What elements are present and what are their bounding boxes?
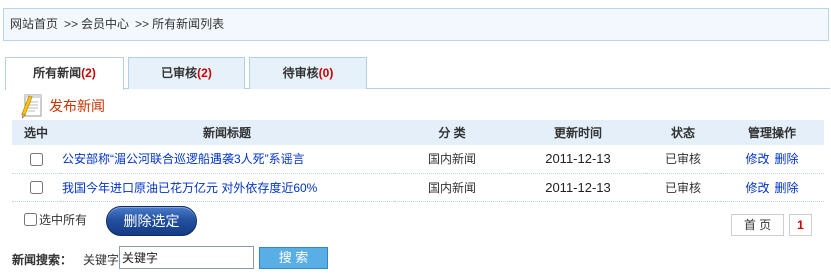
news-updated-date: 2011-12-13: [510, 173, 646, 202]
tab-count: (2): [197, 66, 212, 80]
publish-news-label: 发布新闻: [49, 97, 105, 114]
row-select-cell: [12, 145, 60, 174]
column-header-category: 分 类: [394, 120, 510, 145]
notepad-pencil-icon: [21, 94, 42, 119]
news-title-link[interactable]: 公安部称“湄公河联合巡逻船遇袭3人死”系谣言: [62, 152, 305, 166]
edit-link[interactable]: 修改: [745, 181, 769, 195]
news-search-label: 新闻搜索：: [12, 253, 73, 267]
tab-label: 待审核: [282, 66, 319, 80]
tab-label: 所有新闻: [33, 66, 82, 80]
table-header-row: 选中 新闻标题 分 类 更新时间 状态 管理操作: [12, 120, 824, 145]
news-category: 国内新闻: [394, 173, 510, 202]
column-header-select: 选中: [12, 120, 60, 145]
news-category: 国内新闻: [394, 145, 510, 174]
breadcrumb-separator: >>: [135, 17, 150, 31]
select-all-checkbox[interactable]: [24, 213, 37, 226]
edit-link[interactable]: 修改: [745, 152, 769, 166]
tab-label: 已审核: [161, 66, 198, 80]
news-title-cell: 我国今年进口原油已花万亿元 对外依存度近60%: [60, 173, 394, 202]
select-all-label: 选中所有: [39, 213, 88, 227]
select-all-control[interactable]: 选中所有: [24, 211, 87, 228]
breadcrumb-current-page: 所有新闻列表: [152, 17, 225, 31]
news-title-link[interactable]: 我国今年进口原油已花万亿元 对外依存度近60%: [62, 181, 317, 195]
tab-pending[interactable]: 待审核(0): [249, 57, 367, 89]
news-status: 已审核: [646, 145, 720, 174]
tab-all-news[interactable]: 所有新闻(2): [5, 57, 124, 90]
tab-count: (0): [318, 66, 334, 80]
row-select-cell: [12, 173, 60, 202]
keyword-label: 关键字: [83, 253, 120, 267]
news-actions-cell: 修改 删除: [720, 173, 824, 202]
search-button[interactable]: 搜 索: [259, 247, 328, 269]
column-header-status: 状态: [646, 120, 720, 145]
tab-bar: 所有新闻(2) 已审核(2) 待审核(0): [5, 57, 830, 90]
current-page-indicator[interactable]: 1: [789, 214, 812, 236]
column-header-updated: 更新时间: [510, 120, 646, 145]
delete-link[interactable]: 删除: [775, 152, 799, 166]
delete-link[interactable]: 删除: [775, 181, 799, 195]
breadcrumb-home-link[interactable]: 网站首页: [10, 17, 58, 31]
publish-news-link[interactable]: 发布新闻: [20, 92, 105, 119]
breadcrumb-separator: >>: [64, 17, 79, 31]
news-status: 已审核: [646, 173, 720, 202]
column-header-title: 新闻标题: [60, 120, 394, 145]
news-actions-cell: 修改 删除: [720, 145, 824, 174]
breadcrumb: 网站首页 >> 会员中心 >> 所有新闻列表: [3, 8, 829, 41]
table-row: 公安部称“湄公河联合巡逻船遇袭3人死”系谣言 国内新闻 2011-12-13 已…: [12, 145, 824, 174]
row-checkbox[interactable]: [29, 152, 43, 166]
first-page-button[interactable]: 首 页: [731, 214, 784, 236]
news-title-cell: 公安部称“湄公河联合巡逻船遇袭3人死”系谣言: [60, 145, 394, 174]
search-input[interactable]: [119, 246, 254, 269]
tab-count: (2): [81, 66, 96, 80]
breadcrumb-member-center-link[interactable]: 会员中心: [81, 17, 129, 31]
row-checkbox[interactable]: [29, 181, 43, 195]
news-updated-date: 2011-12-13: [510, 145, 646, 174]
column-header-actions: 管理操作: [720, 120, 824, 145]
news-table: 选中 新闻标题 分 类 更新时间 状态 管理操作 公安部称“湄公河联合巡逻船遇袭…: [12, 120, 824, 202]
delete-selected-button[interactable]: 删除选定: [106, 206, 197, 236]
table-row: 我国今年进口原油已花万亿元 对外依存度近60% 国内新闻 2011-12-13 …: [12, 173, 824, 202]
tab-approved[interactable]: 已审核(2): [128, 57, 245, 89]
